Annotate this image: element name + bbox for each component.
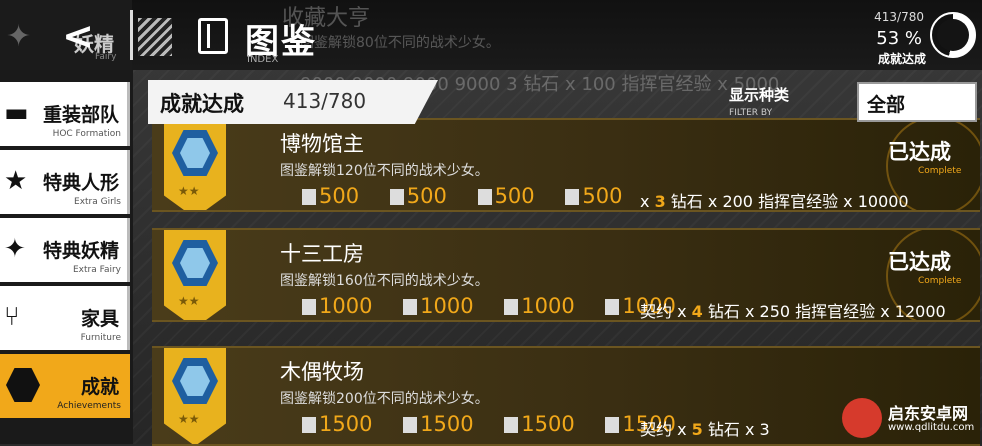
ammo-icon [403, 417, 418, 433]
parts-icon [605, 417, 620, 433]
filter-label: 显示种类 [729, 86, 790, 104]
progress-count: 413/780 [874, 10, 924, 24]
parts-icon [605, 299, 620, 315]
sidebar-item-achievements[interactable]: 成就 Achievements [0, 354, 130, 418]
sidebar-item-label: 特典人形 [42, 172, 119, 194]
filter-label-en: FILTER BY [729, 108, 773, 118]
manpower-value: 1500 [319, 412, 373, 436]
sidebar: ▬ 重装部队 HOC Formation ★ 特典人形 Extra Girls … [0, 70, 133, 444]
site-watermark: 启东安卓网 www.qdlitdu.com [836, 392, 982, 444]
manpower-icon [302, 417, 316, 433]
progress-percent: 53 % [876, 28, 922, 49]
chevron-left-icon: < [62, 14, 94, 58]
reward-count: 3 [654, 192, 666, 211]
filter-control: 显示种类 FILTER BY 全部 [727, 82, 979, 124]
ammo-icon [403, 299, 418, 315]
menu-stripe-icon[interactable] [138, 18, 172, 56]
achievement-summary: 成就达成 413/780 [148, 80, 438, 124]
filter-select[interactable]: 全部 [857, 82, 977, 122]
sidebar-item-label: 重装部队 [42, 104, 119, 126]
chair-icon: ⑂ [4, 302, 20, 332]
sidebar-item-extra-fairy[interactable]: ✦ 特典妖精 Extra Fairy [0, 218, 130, 282]
parts-icon [565, 189, 580, 205]
status-label-en: Complete [918, 276, 962, 286]
complete-stamp: 已达成 Complete [868, 120, 980, 210]
divider [130, 10, 133, 60]
status-label: 已达成 [888, 140, 951, 164]
achievement-desc: 图鉴解锁120位不同的战术少女。 [280, 163, 489, 179]
rations-icon [504, 299, 519, 315]
achievement-name: 木偶牧场 [280, 360, 364, 384]
parts-value: 500 [582, 184, 623, 208]
achievement-name: 十三工房 [280, 242, 364, 266]
hexagon-icon [6, 368, 40, 402]
rations-value: 1000 [521, 294, 575, 318]
status-label: 已达成 [888, 250, 951, 274]
achievement-desc: 图鉴解锁200位不同的战术少女。 [280, 391, 489, 407]
rations-icon [477, 189, 492, 205]
ammo-value: 1000 [420, 294, 474, 318]
reward-prefix: x [640, 192, 650, 211]
progress-label: 成就达成 [877, 52, 926, 66]
sidebar-item-label: 家具 [80, 308, 119, 330]
rations-icon [504, 417, 519, 433]
progress-ring-icon [930, 12, 976, 58]
ammo-value: 500 [406, 184, 447, 208]
book-icon [198, 18, 228, 54]
rations-value: 1500 [521, 412, 575, 436]
manpower-icon [302, 189, 316, 205]
sidebar-item-label-en: HOC Formation [52, 129, 121, 139]
manpower-icon [302, 299, 316, 315]
watermark-url: www.qdlitdu.com [888, 422, 975, 433]
reward-text: 钻石 x 3 [707, 420, 770, 439]
star-card-icon: ★ [4, 166, 28, 196]
item-rewards: 契约 x 5 钻石 x 3 [640, 416, 770, 440]
previous-section-label-en: Fairy [95, 52, 117, 62]
rations-value: 500 [494, 184, 535, 208]
achievement-summary-label: 成就达成 [160, 92, 244, 116]
manpower-value: 500 [319, 184, 360, 208]
sidebar-item-label-en: Extra Girls [74, 197, 121, 207]
reward-prefix: 契约 x [640, 420, 687, 439]
achievement-card[interactable]: ★★ 十三工房 图鉴解锁160位不同的战术少女。 1000 1000 1000 … [152, 228, 980, 322]
watermark-name: 启东安卓网 [888, 404, 969, 423]
back-button[interactable]: < [60, 14, 96, 58]
achievement-summary-value: 413/780 [283, 89, 367, 113]
sidebar-item-furniture[interactable]: ⑂ 家具 Furniture [0, 286, 130, 350]
resource-rewards: 500 500 500 500 [302, 184, 646, 208]
achievement-desc: 图鉴解锁160位不同的战术少女。 [280, 273, 489, 289]
status-label-en: Complete [918, 166, 962, 176]
ammo-value: 1500 [420, 412, 474, 436]
reward-text: 钻石 x 200 指挥官经验 x 10000 [670, 192, 909, 211]
ammo-icon [389, 189, 404, 205]
complete-stamp: 已达成 Complete [868, 230, 980, 320]
sidebar-item-extra-girls[interactable]: ★ 特典人形 Extra Girls [0, 150, 130, 214]
reward-count: 4 [691, 302, 703, 321]
reward-count: 5 [691, 420, 703, 439]
page-title-en: INDEX [247, 54, 279, 65]
sidebar-item-label: 特典妖精 [42, 240, 119, 262]
sidebar-item-label: 成就 [80, 376, 119, 398]
top-bar: ✦ 妖精 Fairy < 收藏大亨 图鉴解锁80位不同的战术少女。 图鉴 IND… [0, 0, 982, 70]
achievement-name: 博物馆主 [280, 132, 364, 156]
filter-value: 全部 [867, 94, 906, 116]
heavy-gun-icon: ▬ [4, 98, 29, 128]
sidebar-item-label-en: Extra Fairy [72, 265, 121, 275]
watermark-logo-icon [842, 398, 882, 438]
sidebar-item-label-en: Furniture [80, 333, 121, 343]
sidebar-item-hoc-formation[interactable]: ▬ 重装部队 HOC Formation [0, 82, 130, 146]
achievement-badge-icon: ★★ [164, 348, 226, 444]
reward-prefix: 契约 x [640, 302, 687, 321]
manpower-value: 1000 [319, 294, 373, 318]
scrolled-achievement-desc: 图鉴解锁80位不同的战术少女。 [300, 35, 500, 51]
fairy-icon: ✦ [4, 234, 26, 264]
achievement-badge-icon: ★★ [164, 230, 226, 320]
achievement-card[interactable]: ★★ 博物馆主 图鉴解锁120位不同的战术少女。 500 500 500 500… [152, 118, 980, 212]
fairy-icon: ✦ [6, 19, 32, 54]
achievement-badge-icon: ★★ [164, 120, 226, 210]
sidebar-item-label-en: Achievements [57, 401, 121, 411]
